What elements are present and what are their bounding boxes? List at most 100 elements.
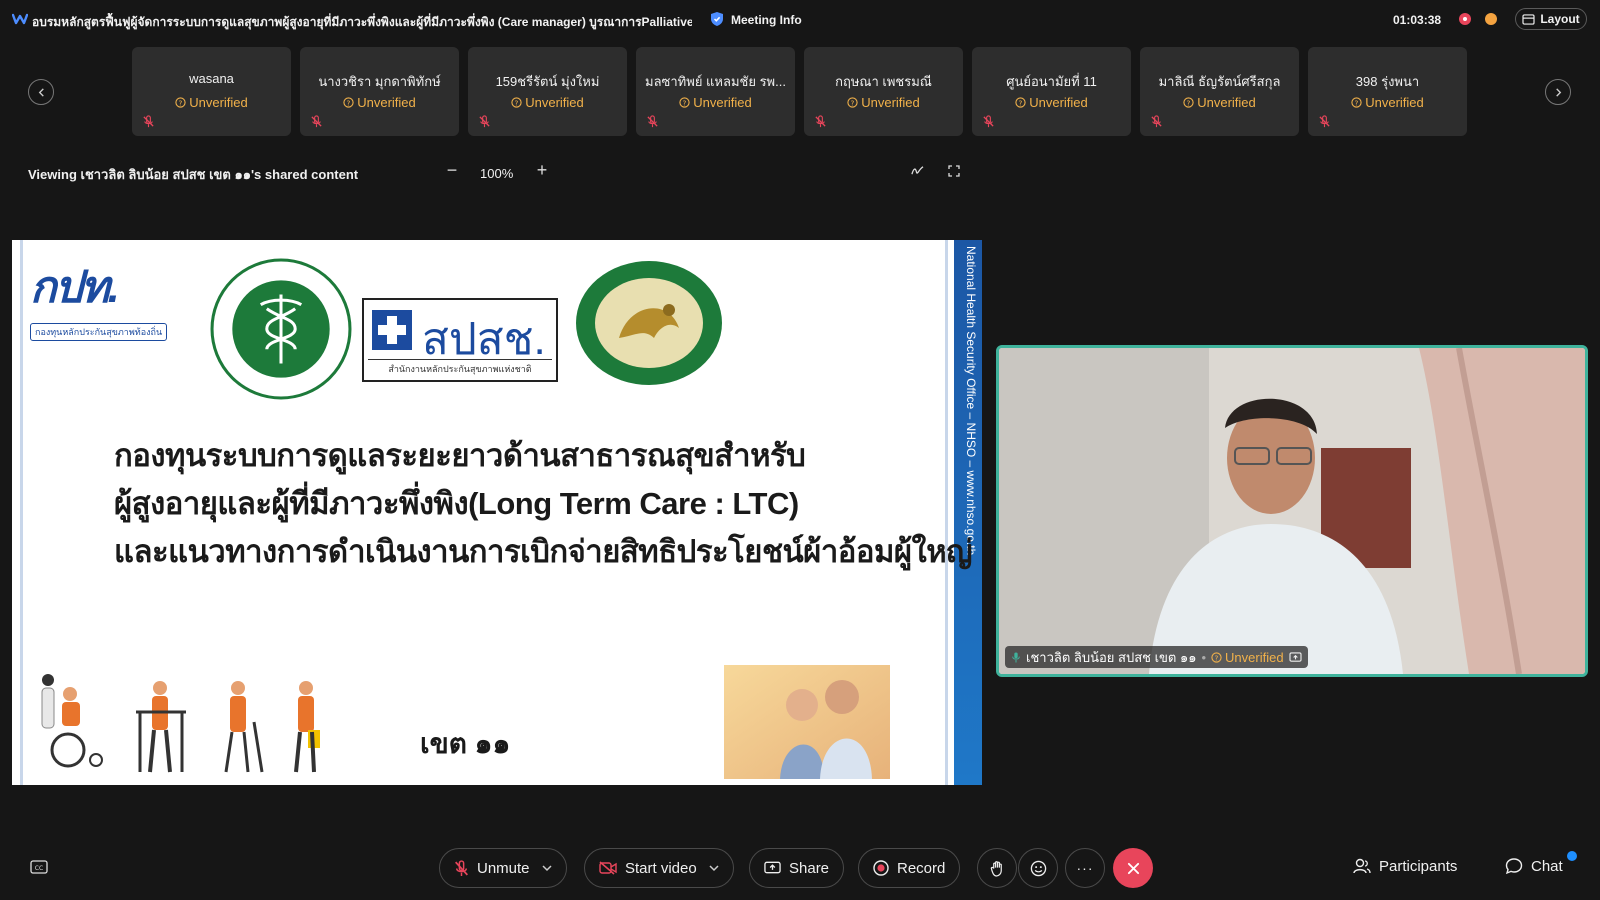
participant-name: กฤษณา เพชรมณี: [835, 74, 932, 89]
chevron-down-icon[interactable]: [709, 863, 719, 873]
mic-muted-icon: [1319, 115, 1330, 128]
mic-muted-icon: [479, 115, 490, 128]
network-warning-icon[interactable]: [1485, 13, 1497, 25]
svg-text:?: ?: [1355, 98, 1359, 107]
participant-status: ? Unverified: [1140, 95, 1299, 110]
kpk-logo-text: กปท.: [30, 263, 120, 312]
participant-status: ? Unverified: [636, 95, 795, 110]
participant-tile[interactable]: wasana ? Unverified: [132, 47, 291, 136]
chat-button[interactable]: Chat: [1505, 857, 1563, 875]
shield-icon[interactable]: [709, 11, 725, 27]
svg-text:CC: CC: [35, 865, 43, 872]
slide-zone-label: เขต ๑๑: [420, 728, 511, 759]
start-video-label: Start video: [625, 859, 697, 877]
participants-icon: [1353, 858, 1371, 874]
participant-name: wasana: [189, 71, 234, 86]
participant-status: ? Unverified: [468, 95, 627, 110]
top-bar: อบรมหลักสูตรฟื้นฟูผู้จัดการระบบการดูแลสุ…: [0, 0, 1600, 40]
screen-share-icon: [1289, 651, 1302, 662]
chat-icon: [1505, 858, 1523, 875]
participant-tile[interactable]: นางวชิรา มุกดาพิทักษ์ ? Unverified: [300, 47, 459, 136]
more-options-button[interactable]: ···: [1065, 848, 1105, 888]
question-circle-icon: ?: [175, 97, 186, 108]
layout-label: Layout: [1540, 12, 1580, 26]
svg-text:?: ?: [1187, 98, 1191, 107]
closed-captions-icon[interactable]: CC: [30, 860, 48, 874]
participant-status: ? Unverified: [972, 95, 1131, 110]
video-off-icon: [599, 861, 617, 875]
question-circle-icon: ?: [511, 97, 522, 108]
mic-muted-icon: [143, 115, 154, 128]
question-circle-icon: ?: [1183, 97, 1194, 108]
svg-text:?: ?: [515, 98, 519, 107]
fullscreen-icon[interactable]: [948, 165, 960, 177]
chevron-down-icon[interactable]: [542, 863, 552, 873]
leave-meeting-button[interactable]: [1113, 848, 1153, 888]
prev-participants-button[interactable]: [28, 79, 54, 105]
question-circle-icon: ?: [1015, 97, 1026, 108]
participant-name: นางวชิรา มุกดาพิทักษ์: [318, 74, 441, 89]
participant-tile[interactable]: 398 รุ่งพนา ? Unverified: [1308, 47, 1467, 136]
slide-border-left: [20, 240, 23, 785]
meeting-timer: 01:03:38: [1393, 13, 1442, 27]
participant-name: ศูนย์อนามัยที่ 11: [1006, 74, 1097, 89]
more-options-icon: ···: [1076, 860, 1094, 876]
participant-status: ? Unverified: [300, 95, 459, 110]
svg-text:?: ?: [851, 98, 855, 107]
medical-cross-icon: [372, 310, 412, 350]
participants-button[interactable]: Participants: [1353, 857, 1457, 875]
unmute-button[interactable]: Unmute: [439, 848, 567, 888]
reactions-button[interactable]: [1018, 848, 1058, 888]
speaker-video-frame-icon: [999, 348, 1585, 674]
mic-muted-icon: [1151, 115, 1162, 128]
chat-notification-badge: [1567, 851, 1577, 861]
slide-side-strip-text: National Health Security Office – NHSO –…: [964, 246, 978, 556]
participant-tile[interactable]: 159ชรีรัตน์ มุ่งใหม่ ? Unverified: [468, 47, 627, 136]
slide-side-strip: National Health Security Office – NHSO –…: [954, 240, 982, 785]
active-speaker-video[interactable]: เชาวลิต ลิบน้อย สปสช เขต ๑๑ • ? Unverifi…: [996, 345, 1588, 677]
layout-button[interactable]: Layout: [1515, 8, 1587, 30]
close-icon: [1127, 862, 1139, 874]
svg-text:?: ?: [1019, 98, 1023, 107]
smiley-icon: [1030, 860, 1046, 876]
participant-tile[interactable]: มลซาทิพย์ แหลมชัย รพ... ? Unverified: [636, 47, 795, 136]
meeting-info-button[interactable]: Meeting Info: [731, 13, 802, 27]
zoom-in-button[interactable]: +: [533, 160, 551, 181]
zoom-out-button[interactable]: −: [443, 160, 461, 181]
participant-tile[interactable]: กฤษณา เพชรมณี ? Unverified: [804, 47, 963, 136]
nhso-logo: สปสช. สำนักงานหลักประกันสุขภาพแห่งชาติ: [362, 298, 558, 382]
slide-title-line-3: และแนวทางการดำเนินงานการเบิกจ่ายสิทธิประ…: [114, 534, 973, 569]
raise-hand-button[interactable]: [977, 848, 1017, 888]
participant-tile[interactable]: มาลิณี ธัญรัตน์ศรีสกุล ? Unverified: [1140, 47, 1299, 136]
share-label: Share: [789, 859, 830, 877]
participant-name: มาลิณี ธัญรัตน์ศรีสกุล: [1158, 74, 1281, 89]
participants-label: Participants: [1379, 857, 1458, 875]
start-video-button[interactable]: Start video: [584, 848, 734, 888]
layout-icon: [1522, 13, 1535, 25]
record-icon: [873, 860, 889, 876]
speaker-status: ? Unverified: [1211, 650, 1284, 665]
mic-muted-icon: [647, 115, 658, 128]
nhso-logo-subtitle: สำนักงานหลักประกันสุขภาพแห่งชาติ: [368, 359, 552, 376]
participant-status: ? Unverified: [132, 95, 291, 110]
speaker-name: เชาวลิต ลิบน้อย สปสช เขต ๑๑: [1026, 649, 1197, 665]
share-button[interactable]: Share: [749, 848, 845, 888]
slide-title-line-2: ผู้สูงอายุและผู้ที่มีภาวะพึ่งพิง(Long Te…: [114, 486, 799, 521]
chat-label: Chat: [1531, 857, 1563, 875]
shared-slide[interactable]: National Health Security Office – NHSO –…: [12, 240, 982, 785]
elderly-care-illustration-icon: [41, 674, 320, 773]
next-participants-button[interactable]: [1545, 79, 1571, 105]
recording-indicator-icon: [1459, 13, 1471, 25]
viewing-shared-content-label: Viewing เชาวลิต ลิบน้อย สปสช เขต ๑๑'s sh…: [28, 167, 359, 182]
annotate-icon[interactable]: [910, 164, 925, 177]
mic-muted-icon: [311, 115, 322, 128]
svg-text:?: ?: [347, 98, 351, 107]
participant-status: ? Unverified: [804, 95, 963, 110]
kpk-logo-subtitle: กองทุนหลักประกันสุขภาพท้องถิ่น: [30, 323, 168, 341]
chevron-right-icon: [1555, 87, 1561, 97]
question-circle-icon: ?: [1211, 651, 1222, 663]
participant-tile[interactable]: ศูนย์อนามัยที่ 11 ? Unverified: [972, 47, 1131, 136]
mic-active-icon: [1012, 652, 1020, 662]
record-button[interactable]: Record: [858, 848, 961, 888]
zoom-level: 100%: [480, 166, 514, 181]
